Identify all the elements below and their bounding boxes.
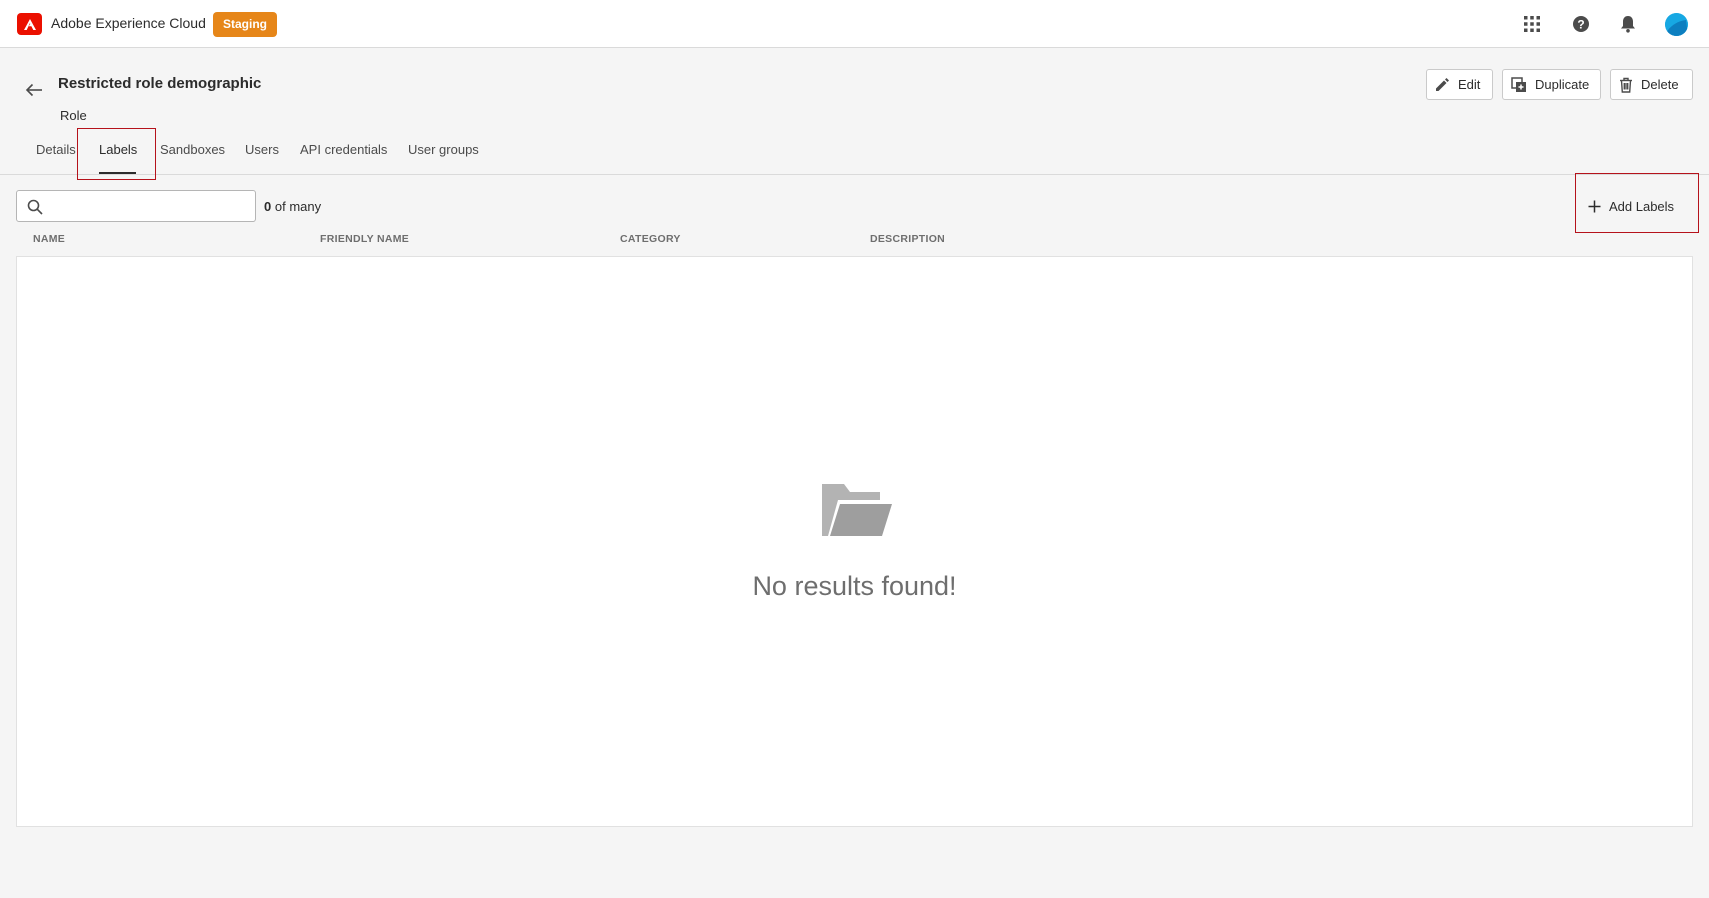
delete-button[interactable]: Delete xyxy=(1610,69,1693,100)
search-field[interactable] xyxy=(16,190,256,222)
tab-details[interactable]: Details xyxy=(36,142,76,157)
page-subtitle: Role xyxy=(60,108,87,123)
adobe-logo-icon[interactable] xyxy=(17,13,42,35)
avatar[interactable] xyxy=(1665,13,1688,36)
tab-bar: Details Labels Sandboxes Users API crede… xyxy=(0,135,1709,175)
add-labels-button[interactable]: Add Labels xyxy=(1588,196,1674,216)
column-header-description[interactable]: DESCRIPTION xyxy=(870,233,945,245)
tab-api-credentials[interactable]: API credentials xyxy=(300,142,387,157)
tab-sandboxes[interactable]: Sandboxes xyxy=(160,142,225,157)
labels-tab-highlight xyxy=(77,128,156,180)
column-header-friendly-name[interactable]: FRIENDLY NAME xyxy=(320,233,409,245)
duplicate-button-label: Duplicate xyxy=(1535,77,1590,92)
top-bar: Adobe Experience Cloud Staging ? xyxy=(0,0,1709,48)
pencil-icon xyxy=(1436,78,1449,91)
empty-state-message: No results found! xyxy=(752,571,957,601)
column-header-name[interactable]: NAME xyxy=(33,233,65,245)
environment-badge: Staging xyxy=(213,12,277,37)
svg-text:?: ? xyxy=(1577,18,1584,32)
search-input[interactable] xyxy=(51,195,249,217)
open-folder-icon xyxy=(820,480,892,543)
tab-user-groups[interactable]: User groups xyxy=(408,142,479,157)
result-count: 0 of many xyxy=(264,199,321,214)
bell-icon[interactable] xyxy=(1617,13,1639,35)
result-count-number: 0 xyxy=(264,199,272,214)
edit-button-label: Edit xyxy=(1458,77,1481,92)
delete-button-label: Delete xyxy=(1641,77,1679,92)
duplicate-icon xyxy=(1511,76,1526,92)
app-name[interactable]: Adobe Experience Cloud xyxy=(51,15,206,31)
result-count-suffix: of many xyxy=(274,199,322,214)
apps-grid-icon[interactable] xyxy=(1521,13,1543,35)
plus-icon xyxy=(1588,200,1601,212)
tab-users[interactable]: Users xyxy=(245,142,279,157)
back-arrow-icon[interactable] xyxy=(22,78,46,102)
trash-icon xyxy=(1620,77,1632,93)
edit-button[interactable]: Edit xyxy=(1426,69,1493,100)
help-icon[interactable]: ? xyxy=(1570,13,1592,35)
column-header-category[interactable]: CATEGORY xyxy=(620,233,681,245)
page-title: Restricted role demographic xyxy=(58,75,262,92)
add-labels-label: Add Labels xyxy=(1609,198,1675,214)
duplicate-button[interactable]: Duplicate xyxy=(1502,69,1601,100)
search-icon xyxy=(27,199,43,215)
